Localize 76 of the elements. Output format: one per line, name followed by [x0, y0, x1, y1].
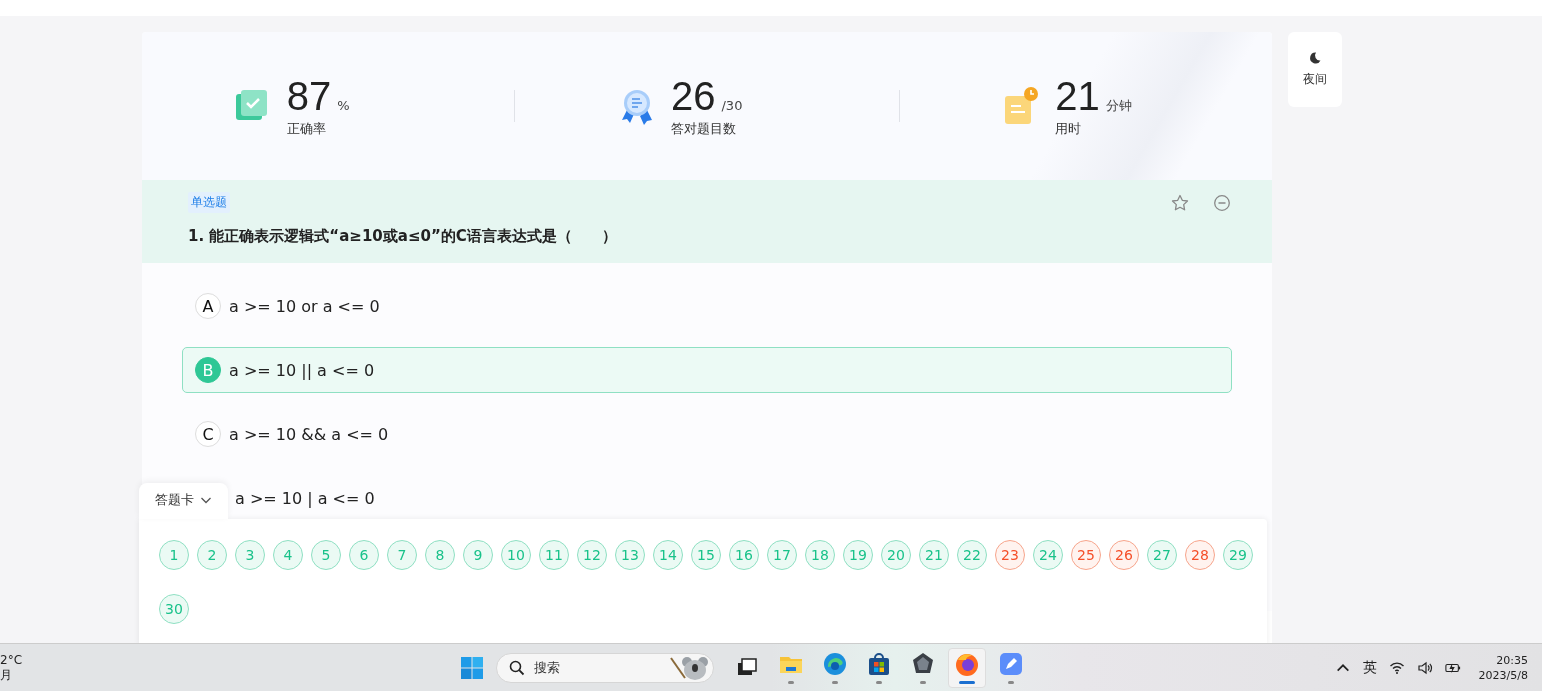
answer-card-tab[interactable]: 答题卡: [139, 483, 228, 519]
answer-option[interactable]: B a >= 10 || a <= 0: [182, 347, 1232, 393]
answer-option[interactable]: a >= 10 | a <= 0: [234, 475, 1232, 521]
question-number[interactable]: 20: [881, 540, 911, 570]
stat-label: 正确率: [286, 120, 327, 138]
search-icon: [509, 659, 525, 676]
option-text: a >= 10 && a <= 0: [229, 424, 389, 444]
weather-text: 月: [0, 667, 13, 683]
running-indicator: [920, 681, 926, 684]
question-number[interactable]: 27: [1147, 540, 1177, 570]
question-text: 1. 能正确表示逻辑式“a≥10或a≤0”的C语言表达式是（ ）: [188, 227, 618, 246]
question-number[interactable]: 25: [1071, 540, 1101, 570]
answer-option[interactable]: A a >= 10 or a <= 0: [182, 283, 1232, 329]
question-number[interactable]: 19: [843, 540, 873, 570]
stat-value: 21: [1055, 74, 1100, 118]
question-number[interactable]: 18: [805, 540, 835, 570]
stat-label: 答对题目数: [671, 120, 737, 138]
question-number[interactable]: 4: [273, 540, 303, 570]
pen-icon[interactable]: [998, 651, 1024, 677]
question-number[interactable]: 15: [691, 540, 721, 570]
option-letter: C: [195, 421, 221, 447]
question-number[interactable]: 8: [425, 540, 455, 570]
option-text: a >= 10 || a <= 0: [229, 360, 375, 380]
moon-icon: [1308, 51, 1322, 65]
speaker-icon[interactable]: [1416, 659, 1433, 676]
question-number[interactable]: 3: [235, 540, 265, 570]
running-indicator: [832, 681, 838, 684]
option-letter: B: [195, 357, 221, 383]
question-number[interactable]: 24: [1033, 540, 1063, 570]
question-number[interactable]: 28: [1185, 540, 1215, 570]
question-number[interactable]: 6: [349, 540, 379, 570]
shopping-bag-icon[interactable]: [866, 651, 892, 677]
question-number[interactable]: 30: [159, 594, 189, 624]
running-indicator: [788, 681, 794, 684]
question-number[interactable]: 13: [615, 540, 645, 570]
answer-option[interactable]: C a >= 10 && a <= 0: [182, 411, 1232, 457]
question-number[interactable]: 14: [653, 540, 683, 570]
question-number[interactable]: 23: [995, 540, 1025, 570]
question-number[interactable]: 16: [729, 540, 759, 570]
question-type-tag: 单选题: [188, 192, 230, 213]
running-indicator: [959, 681, 975, 684]
question-number[interactable]: 29: [1223, 540, 1253, 570]
clock-date[interactable]: 2023/5/8: [1478, 667, 1528, 683]
stat-unit: 分钟: [1105, 97, 1132, 115]
question-number[interactable]: 10: [501, 540, 531, 570]
question-number[interactable]: 2: [197, 540, 227, 570]
question-number[interactable]: 11: [539, 540, 569, 570]
option-text: a >= 10 | a <= 0: [235, 488, 375, 508]
question-number[interactable]: 9: [463, 540, 493, 570]
running-indicator: [1008, 681, 1014, 684]
question-number[interactable]: 12: [577, 540, 607, 570]
question-number[interactable]: 26: [1109, 540, 1139, 570]
stat-unit: %: [337, 98, 350, 113]
stat-label: 用时: [1055, 120, 1083, 138]
minus-circle-icon[interactable]: [1212, 192, 1232, 213]
edge-icon[interactable]: [822, 651, 848, 677]
input-method-indicator[interactable]: 英: [1362, 658, 1377, 677]
search-field[interactable]: 搜索: [496, 652, 714, 683]
night-mode-button[interactable]: 夜间: [1288, 32, 1342, 107]
option-text: a >= 10 or a <= 0: [229, 296, 380, 316]
stat-unit: /30: [721, 98, 743, 113]
stat-value: 87: [286, 74, 332, 118]
clock-time[interactable]: 20:35: [1496, 652, 1528, 668]
option-letter: A: [195, 293, 221, 319]
windows-start-icon[interactable]: [460, 655, 484, 680]
star-icon[interactable]: [1170, 192, 1190, 213]
question-number[interactable]: 5: [311, 540, 341, 570]
firefox-icon[interactable]: [954, 651, 980, 677]
question-number[interactable]: 21: [919, 540, 949, 570]
weather-text: 2°C: [0, 652, 23, 668]
stat-value: 26: [671, 74, 716, 118]
question-number[interactable]: 1: [159, 540, 189, 570]
running-indicator: [876, 681, 882, 684]
question-number[interactable]: 7: [387, 540, 417, 570]
question-number[interactable]: 17: [767, 540, 797, 570]
question-number[interactable]: 22: [957, 540, 987, 570]
